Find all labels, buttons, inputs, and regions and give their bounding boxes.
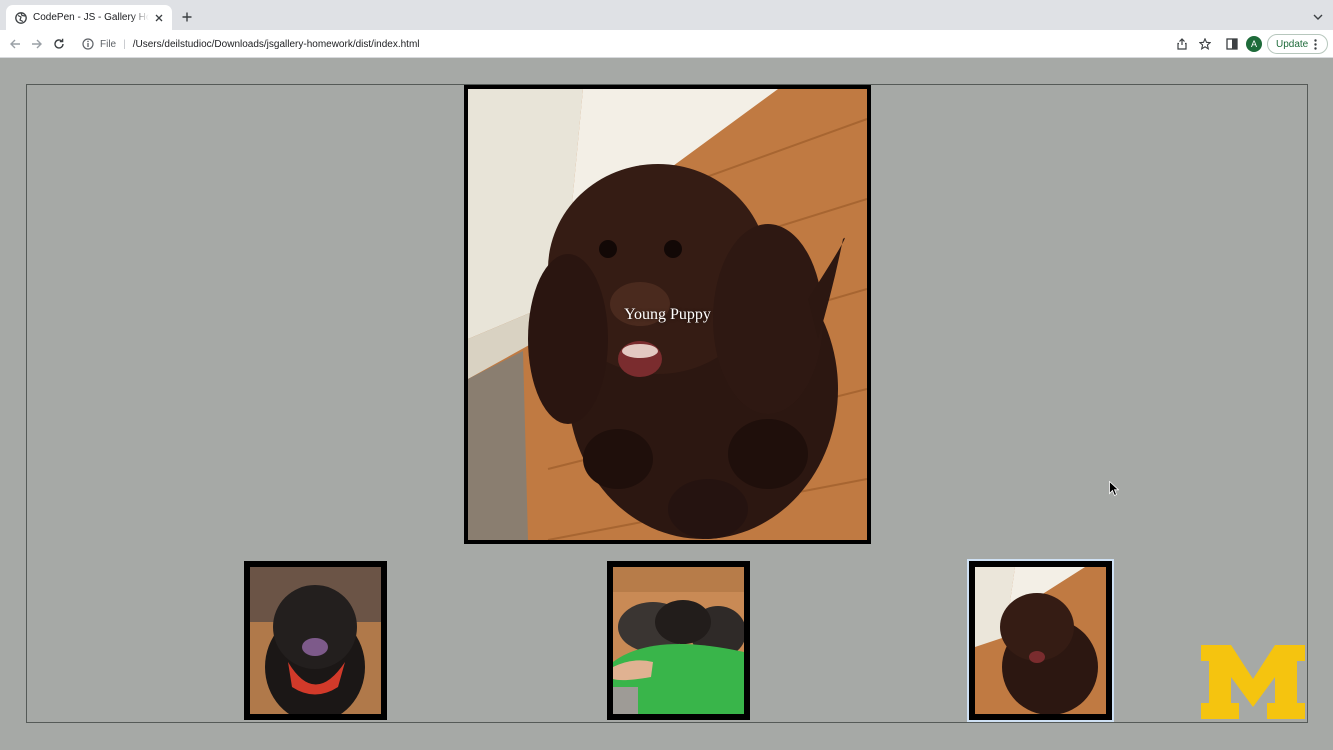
thumbnail-3[interactable]	[969, 561, 1112, 720]
thumbnail-image	[613, 567, 744, 714]
address-bar[interactable]: File | /Users/deilstudioc/Downloads/jsga…	[75, 33, 1195, 55]
star-icon[interactable]	[1197, 36, 1213, 52]
thumbnail-image	[975, 567, 1106, 714]
scheme-separator: |	[123, 38, 126, 50]
tab-strip: CodePen - JS - Gallery Homework	[0, 0, 1333, 30]
update-label: Update	[1276, 38, 1309, 50]
browser-toolbar: File | /Users/deilstudioc/Downloads/jsga…	[0, 30, 1333, 58]
browser-tab[interactable]: CodePen - JS - Gallery Homework	[6, 5, 172, 30]
back-icon[interactable]	[6, 35, 24, 53]
tab-title: CodePen - JS - Gallery Homework	[33, 12, 149, 23]
share-icon[interactable]	[1174, 36, 1190, 52]
update-button[interactable]: Update	[1267, 34, 1328, 54]
more-vert-icon[interactable]	[1314, 38, 1317, 50]
scheme-label: File	[100, 38, 117, 50]
thumbnail-2[interactable]	[607, 561, 750, 720]
url-text[interactable]: /Users/deilstudioc/Downloads/jsgallery-h…	[133, 39, 420, 50]
forward-icon[interactable]	[28, 35, 46, 53]
university-m-logo	[1201, 645, 1305, 719]
reload-icon[interactable]	[50, 35, 68, 53]
main-photo: Young Puppy	[464, 85, 871, 544]
photo-caption: Young Puppy	[624, 306, 711, 323]
thumbnail-1[interactable]	[244, 561, 387, 720]
thumbnail-image	[250, 567, 381, 714]
globe-icon	[15, 11, 27, 24]
info-icon[interactable]	[82, 38, 94, 50]
close-tab-icon[interactable]	[152, 11, 166, 25]
side-panel-icon[interactable]	[1224, 36, 1240, 52]
mouse-cursor-icon	[1109, 481, 1119, 497]
new-tab-icon[interactable]	[178, 8, 196, 26]
profile-avatar[interactable]: A	[1246, 36, 1262, 52]
chevron-down-icon[interactable]	[1310, 9, 1326, 25]
